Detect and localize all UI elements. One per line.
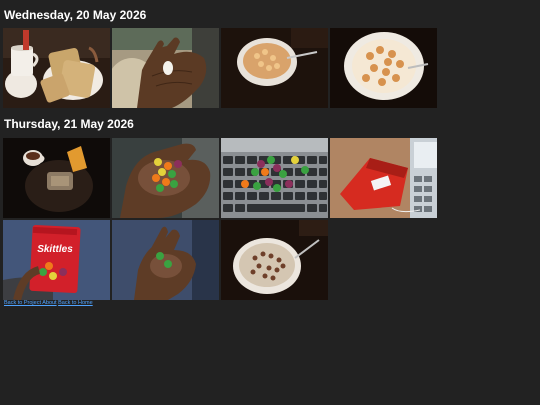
photo-grid-thursday: Skittles <box>3 138 437 300</box>
photo-hand-with-candies[interactable] <box>112 138 219 218</box>
photo-cereal-bowl[interactable] <box>221 28 328 108</box>
footer-links: Back to Project About Back to Home <box>4 300 93 307</box>
photo-tea-and-snacks[interactable] <box>3 138 110 218</box>
photo-candies-on-keyboard[interactable] <box>221 138 328 218</box>
day-heading-wednesday: Wednesday, 20 May 2026 <box>4 8 147 22</box>
photo-diary-page: Wednesday, 20 May 2026 Thursday, 21 May … <box>0 0 540 405</box>
back-to-home-link[interactable]: Back to Home <box>58 300 93 306</box>
photo-hand-holding-pill[interactable] <box>112 28 219 108</box>
photo-grid-wednesday <box>3 28 437 108</box>
photo-candy-bag-on-laptop[interactable] <box>330 138 437 218</box>
back-to-project-link[interactable]: Back to Project About <box>4 300 57 306</box>
skittles-logo-text: Skittles <box>37 244 73 255</box>
photo-cereal-bowl-closeup[interactable] <box>330 28 437 108</box>
photo-skittles-bag[interactable]: Skittles <box>3 220 110 300</box>
photo-rice-bowl[interactable] <box>221 220 328 300</box>
photo-mug-and-toast[interactable] <box>3 28 110 108</box>
photo-hand-with-green-candies[interactable] <box>112 220 219 300</box>
day-heading-thursday: Thursday, 21 May 2026 <box>4 117 134 131</box>
